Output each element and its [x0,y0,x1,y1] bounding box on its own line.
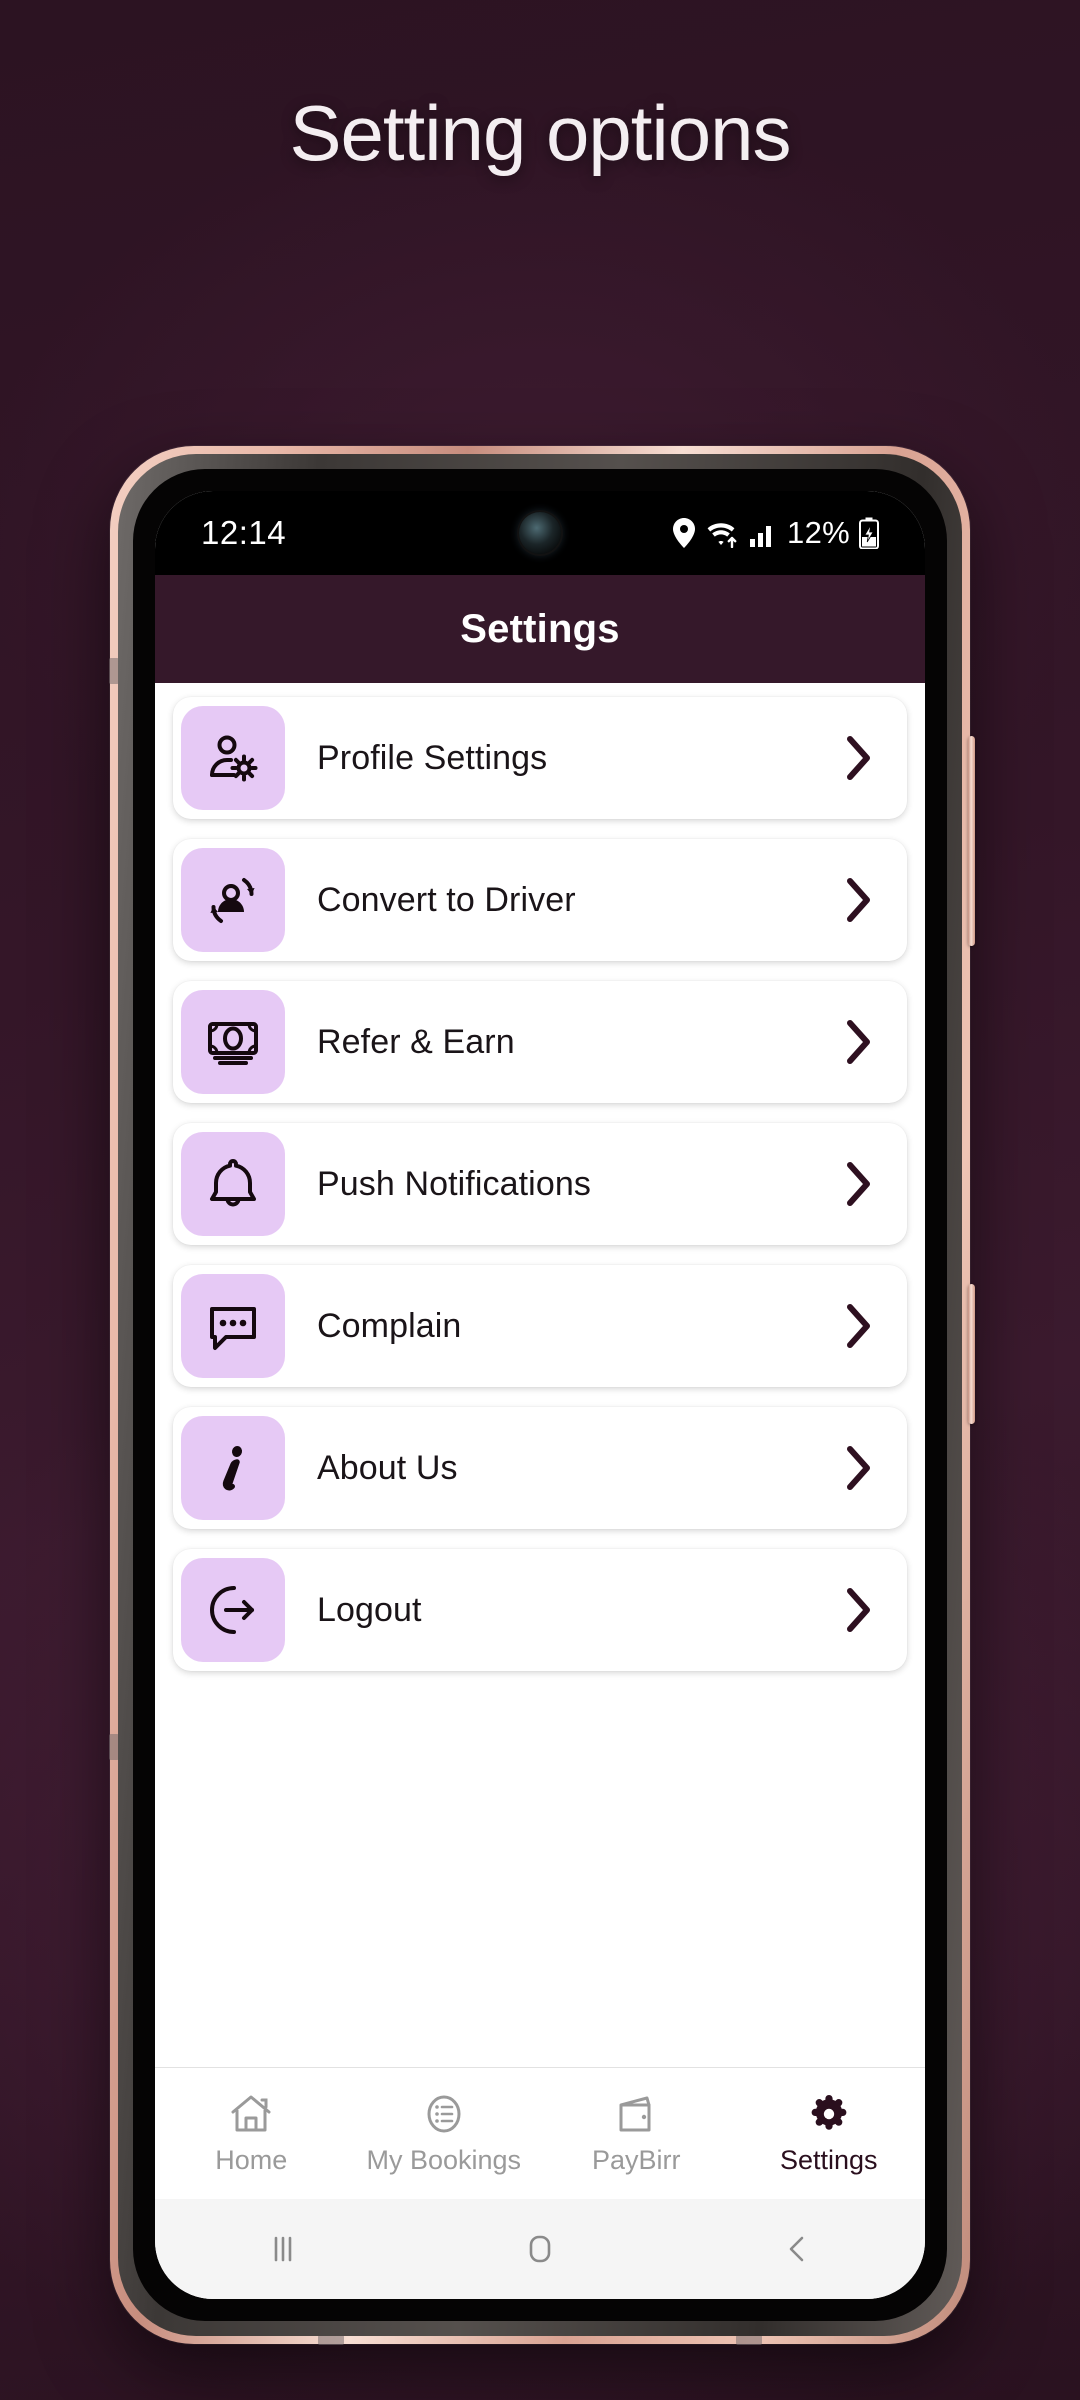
status-bar: 12:14 12% [155,491,925,575]
logout-arrow-icon [181,1558,285,1662]
status-bar-icons: 12% [672,515,879,551]
house-icon [229,2092,273,2136]
battery-charging-icon [859,517,879,549]
chevron-right-icon [845,1445,873,1491]
chat-bubble-dots-icon [181,1274,285,1378]
settings-list: Profile Settings Convert to Driver Refer… [155,683,925,2067]
power-button[interactable] [968,1284,975,1424]
setting-row-refer-and-earn[interactable]: Refer & Earn [173,981,907,1103]
setting-label: Profile Settings [317,738,548,777]
nav-item-paybirr[interactable]: PayBirr [540,2092,733,2176]
back-chevron-icon[interactable] [707,2229,887,2269]
setting-row-complain[interactable]: Complain [173,1265,907,1387]
app-header: Settings [155,575,925,683]
setting-row-push-notifications[interactable]: Push Notifications [173,1123,907,1245]
list-circle-icon [422,2092,466,2136]
setting-row-convert-to-driver[interactable]: Convert to Driver [173,839,907,961]
nav-item-my-bookings[interactable]: My Bookings [348,2092,541,2176]
volume-button[interactable] [968,736,975,946]
chevron-right-icon [845,877,873,923]
setting-label: Convert to Driver [317,880,576,919]
chevron-right-icon [845,1303,873,1349]
setting-label: Complain [317,1306,462,1345]
user-gear-icon [181,706,285,810]
phone-screen: 12:14 12% Settings Profile Settings Conv… [155,491,925,2299]
phone-mockup: 12:14 12% Settings Profile Settings Conv… [109,446,975,2345]
setting-label: About Us [317,1448,458,1487]
status-bar-clock: 12:14 [201,514,287,551]
wifi-icon [705,518,739,548]
nav-label: My Bookings [366,2144,522,2175]
antenna-band-bottom-left [318,2335,344,2345]
recents-bars-icon[interactable] [193,2229,373,2269]
chevron-right-icon [845,1019,873,1065]
setting-label: Logout [317,1590,422,1629]
setting-label: Refer & Earn [317,1022,515,1061]
bottom-navigation-bar: Home My Bookings PayBirr Settings [155,2067,925,2199]
setting-label: Push Notifications [317,1164,591,1203]
nav-label: Home [215,2144,288,2175]
chevron-right-icon [845,735,873,781]
bell-icon [181,1132,285,1236]
android-system-nav [155,2199,925,2299]
antenna-band-bottom-right [736,2335,762,2345]
setting-row-about-us[interactable]: About Us [173,1407,907,1529]
promo-headline: Setting options [289,89,791,177]
chevron-right-icon [845,1587,873,1633]
chevron-right-icon [845,1161,873,1207]
phone-midframe: 12:14 12% Settings Profile Settings Conv… [118,454,962,2336]
location-pin-icon [672,518,696,548]
nav-label: PayBirr [591,2144,681,2175]
gear-icon [807,2092,851,2136]
setting-row-profile-settings[interactable]: Profile Settings [173,697,907,819]
nav-item-home[interactable]: Home [155,2092,348,2176]
battery-percentage-label: 12% [787,515,850,550]
wallet-icon [614,2092,658,2136]
nav-item-settings[interactable]: Settings [733,2092,926,2176]
home-square-icon[interactable] [450,2229,630,2269]
front-camera-punch-hole [519,512,561,554]
app-header-title: Settings [460,606,620,651]
nav-label: Settings [779,2144,878,2175]
user-convert-icon [181,848,285,952]
phone-frame: 12:14 12% Settings Profile Settings Conv… [109,446,975,2345]
setting-row-logout[interactable]: Logout [173,1549,907,1671]
cellular-signal-icon [748,518,778,548]
info-italic-icon [181,1416,285,1520]
phone-bezel: 12:14 12% Settings Profile Settings Conv… [133,469,947,2321]
banknote-icon [181,990,285,1094]
